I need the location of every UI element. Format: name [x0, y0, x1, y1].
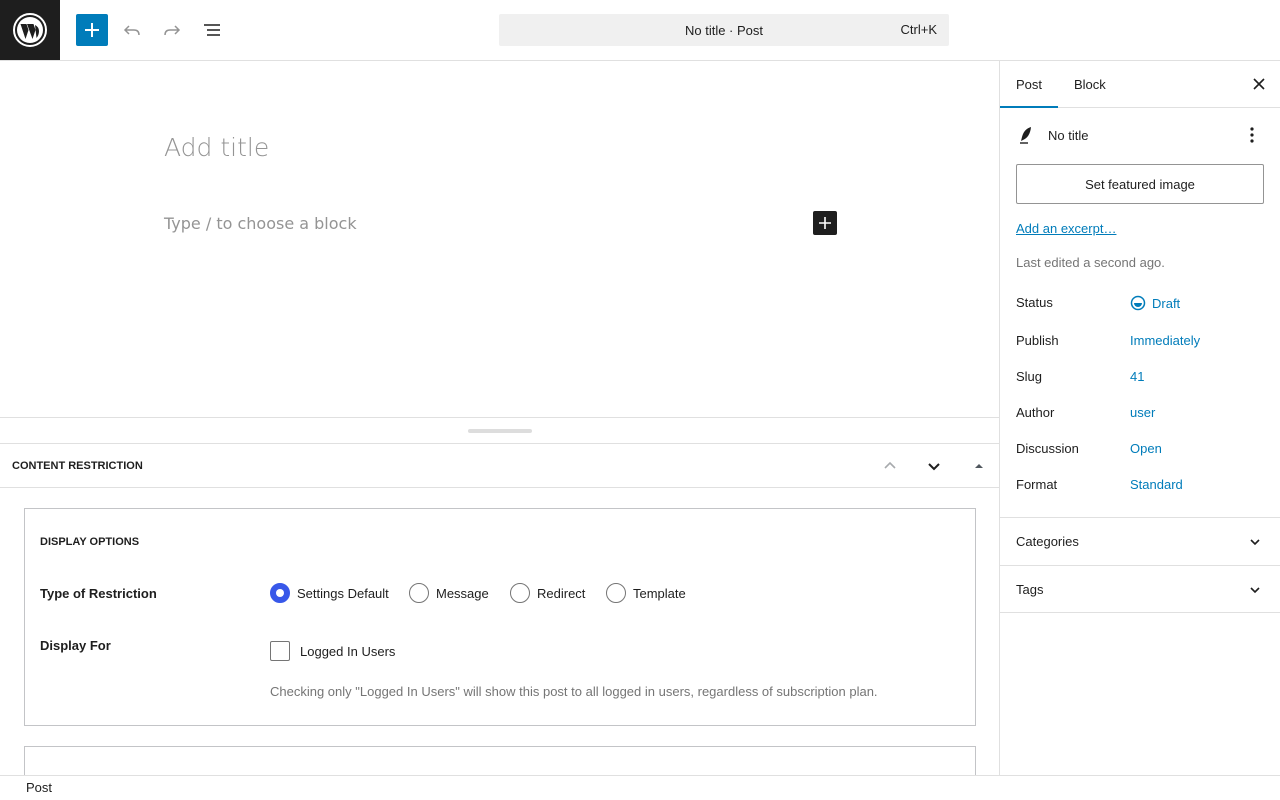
document-title: No title · Post	[684, 22, 764, 38]
chevron-down-icon	[1245, 580, 1265, 600]
editor-canvas: Add title Type / to choose a block	[0, 61, 999, 417]
meta-label: Publish	[1016, 333, 1059, 348]
meta-value: Draft	[1152, 295, 1181, 311]
radio-label: Redirect	[537, 585, 586, 601]
chevron-up-icon	[884, 461, 896, 469]
command-palette-bar[interactable]: No title · Post Ctrl+K	[499, 14, 949, 46]
discussion-button[interactable]: Open	[1130, 441, 1162, 456]
restriction-type-label: Type of Restriction	[40, 586, 157, 601]
draft-status-icon	[1130, 295, 1146, 311]
metabox-body: DISPLAY OPTIONS Type of Restriction Sett…	[0, 488, 999, 775]
breadcrumb[interactable]: Post	[26, 780, 52, 795]
default-block-appender[interactable]: Type / to choose a block	[164, 214, 357, 233]
undo-button[interactable]	[116, 14, 148, 46]
meta-label: Discussion	[1016, 441, 1079, 456]
move-down-button[interactable]	[920, 452, 948, 480]
tags-panel-toggle[interactable]: Tags	[1000, 565, 1280, 613]
toggle-panel-button[interactable]	[965, 452, 993, 480]
undo-icon	[123, 25, 140, 36]
meta-label: Slug	[1016, 369, 1043, 384]
post-card-title: No title	[1048, 127, 1089, 143]
metabox-header: CONTENT RESTRICTION	[0, 443, 999, 488]
publish-row: Publish Immediately	[1016, 333, 1264, 353]
redo-button[interactable]	[156, 14, 188, 46]
slug-row: Slug 41	[1016, 369, 1264, 389]
metabox-resize-handle[interactable]	[0, 417, 999, 443]
author-button[interactable]: user	[1130, 405, 1155, 420]
radio-button[interactable]	[510, 583, 530, 603]
post-feather-icon	[1020, 127, 1031, 144]
status-row: Status Draft	[1016, 295, 1264, 315]
help-text: Checking only "Logged In Users" will sho…	[270, 684, 878, 699]
categories-panel-toggle[interactable]: Categories	[1000, 517, 1280, 565]
sidebar-tabs: Post Block	[1000, 61, 1280, 108]
display-for-label: Display For	[40, 638, 111, 653]
metabox-title: CONTENT RESTRICTION	[12, 460, 143, 472]
next-panel	[24, 746, 976, 775]
post-card: No title	[1016, 125, 1088, 145]
slug-button[interactable]: 41	[1130, 369, 1144, 384]
status-button[interactable]: Draft	[1130, 295, 1180, 311]
inline-block-inserter-button[interactable]	[813, 211, 837, 235]
radio-settings-default[interactable]: Settings Default	[270, 583, 389, 603]
close-icon	[1253, 78, 1265, 90]
publish-date-button[interactable]: Immediately	[1130, 333, 1200, 348]
radio-template[interactable]: Template	[606, 583, 686, 603]
format-button[interactable]: Standard	[1130, 477, 1183, 492]
redo-icon	[164, 25, 181, 36]
meta-label: Format	[1016, 477, 1058, 492]
move-up-button[interactable]	[876, 452, 904, 480]
display-options-panel: DISPLAY OPTIONS Type of Restriction Sett…	[24, 508, 976, 726]
resize-grip[interactable]	[468, 429, 532, 433]
checkbox-label: Logged In Users	[300, 643, 396, 659]
last-edited-text: Last edited a second ago.	[1016, 255, 1165, 270]
list-view-icon	[204, 24, 220, 36]
close-sidebar-button[interactable]	[1247, 72, 1271, 96]
chevron-down-icon	[928, 463, 940, 471]
plus-icon	[819, 217, 831, 229]
discussion-row: Discussion Open	[1016, 441, 1264, 461]
radio-label: Message	[436, 585, 489, 601]
block-inserter-button[interactable]	[76, 14, 108, 46]
post-actions-button[interactable]	[1240, 123, 1264, 147]
editor-header: No title · Post Ctrl+K	[0, 0, 1280, 61]
set-featured-image-button[interactable]: Set featured image	[1016, 164, 1264, 204]
keyboard-shortcut: Ctrl+K	[900, 22, 937, 37]
add-excerpt-link[interactable]: Add an excerpt…	[1016, 221, 1116, 236]
logged-in-users-option[interactable]: Logged In Users	[270, 641, 395, 661]
meta-label: Status	[1016, 295, 1053, 310]
radio-button[interactable]	[606, 583, 626, 603]
logged-in-users-checkbox[interactable]	[270, 641, 290, 661]
editor-footer: Post	[0, 775, 1280, 800]
settings-sidebar: Post Block No title Set featured image A…	[999, 61, 1280, 775]
document-overview-button[interactable]	[196, 14, 228, 46]
author-row: Author user	[1016, 405, 1264, 425]
tab-post[interactable]: Post	[1000, 61, 1059, 108]
format-row: Format Standard	[1016, 477, 1264, 497]
radio-label: Template	[633, 585, 686, 601]
radio-message[interactable]: Message	[409, 583, 489, 603]
wordpress-logo-icon[interactable]	[0, 0, 60, 60]
caret-up-icon	[975, 464, 983, 468]
post-title-input[interactable]: Add title	[164, 133, 269, 162]
radio-redirect[interactable]: Redirect	[510, 583, 585, 603]
more-vertical-icon	[1250, 127, 1254, 143]
radio-button[interactable]	[270, 583, 290, 603]
section-label: Tags	[1016, 582, 1044, 597]
radio-label: Settings Default	[297, 585, 389, 601]
radio-button[interactable]	[409, 583, 429, 603]
display-options-title: DISPLAY OPTIONS	[40, 536, 140, 548]
meta-label: Author	[1016, 405, 1055, 420]
tab-block[interactable]: Block	[1058, 61, 1122, 108]
chevron-down-icon	[1245, 532, 1265, 552]
section-label: Categories	[1016, 534, 1079, 549]
